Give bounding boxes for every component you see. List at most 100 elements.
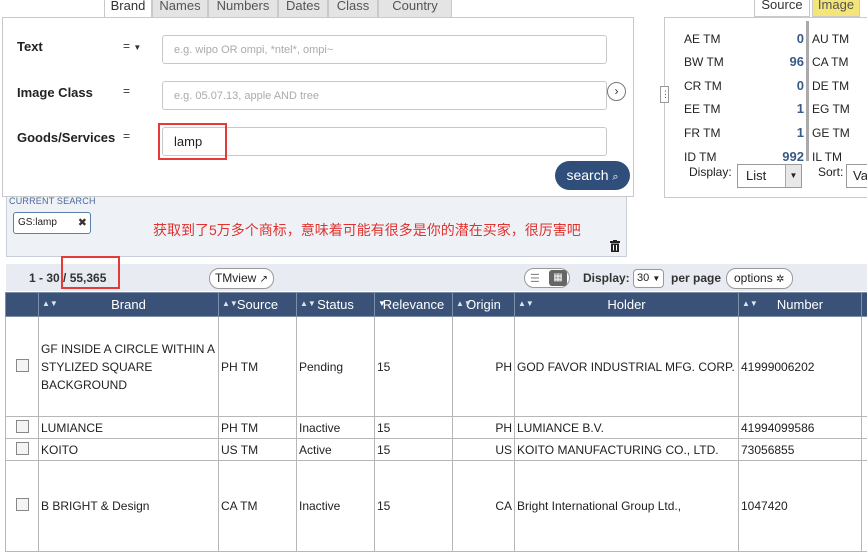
image-class-picker-button[interactable]: › — [607, 82, 626, 101]
row-extra-cell — [861, 460, 867, 552]
brand-cell[interactable]: KOITO — [38, 438, 219, 461]
chip-label: GS:lamp — [18, 217, 57, 228]
sort-icon: ▲▼ — [456, 299, 472, 308]
text-operator: = — [123, 39, 131, 53]
tab-source[interactable]: Source — [754, 0, 810, 17]
text-input[interactable]: e.g. wipo OR ompi, *ntel*, ompi~ — [162, 35, 607, 64]
trash-icon[interactable] — [610, 240, 620, 252]
header-source[interactable]: ▲▼ Source — [218, 292, 297, 317]
header-holder[interactable]: ▲▼ Holder — [514, 292, 739, 317]
brand-cell[interactable]: LUMIANCE — [38, 416, 219, 439]
sort-desc-icon: ▼ — [378, 299, 386, 308]
source-code-right[interactable]: DE TM — [812, 79, 849, 93]
row-checkbox[interactable] — [15, 358, 29, 372]
sort-icon: ▲▼ — [222, 299, 238, 308]
header-number[interactable]: ▲▼ Number — [738, 292, 862, 317]
search-button[interactable]: search ⌕ — [555, 161, 630, 190]
tab-names[interactable]: Names — [152, 0, 208, 17]
table-row[interactable]: KOITO US TM Active 15 US KOITO MANUFACTU… — [5, 438, 867, 461]
source-cell: PH TM — [218, 416, 297, 439]
status-cell: Pending — [296, 316, 375, 417]
row-extra-cell — [861, 438, 867, 461]
table-row[interactable]: LUMIANCE PH TM Inactive 15 PH LUMIANCE B… — [5, 416, 867, 439]
header-brand[interactable]: ▲▼ Brand — [38, 292, 219, 317]
per-page-label: per page — [671, 271, 722, 285]
display-mode-select[interactable]: List ▼ — [737, 164, 802, 188]
table-row[interactable]: GF INSIDE A CIRCLE WITHIN A STYLIZED SQU… — [5, 316, 867, 417]
tab-image[interactable]: Image — [812, 0, 860, 17]
row-checkbox[interactable] — [15, 441, 29, 455]
source-code[interactable]: BW TM — [684, 55, 724, 69]
per-page-select[interactable]: 30 ▼ — [633, 269, 664, 288]
brand-cell[interactable]: GF INSIDE A CIRCLE WITHIN A STYLIZED SQU… — [38, 316, 219, 417]
row-select-cell — [5, 438, 39, 461]
source-code[interactable]: ID TM — [684, 150, 716, 164]
image-class-input[interactable]: e.g. 05.07.13, apple AND tree — [162, 81, 607, 110]
relevance-cell: 15 — [374, 416, 453, 439]
dropdown-arrow-icon: ▼ — [133, 43, 142, 52]
sort-icon: ▲▼ — [300, 299, 316, 308]
brand-cell[interactable]: B BRIGHT & Design — [38, 460, 219, 552]
source-code-right[interactable]: IL TM — [812, 150, 842, 164]
grid-view-icon[interactable]: ▦ — [549, 270, 567, 286]
view-toggle[interactable]: ☰ ▦ — [524, 268, 570, 288]
splitter-handle-icon[interactable]: ⋮ — [660, 86, 670, 103]
origin-cell: PH — [452, 316, 515, 417]
image-class-operator: = — [123, 84, 131, 98]
results-table: ▲▼ Brand ▲▼ Source ▲▼ Status ▼ Relevance ▲▼ O… — [5, 292, 867, 552]
source-code[interactable]: EE TM — [684, 102, 720, 116]
tmview-button[interactable]: TMview ↗ — [209, 268, 274, 289]
header-status[interactable]: ▲▼ Status — [296, 292, 375, 317]
sort-select[interactable]: Va — [846, 164, 867, 188]
source-cell: CA TM — [218, 460, 297, 552]
source-cell: PH TM — [218, 316, 297, 417]
source-cell: US TM — [218, 438, 297, 461]
row-select-cell — [5, 460, 39, 552]
dropdown-arrow-icon: ▼ — [652, 274, 661, 283]
row-checkbox[interactable] — [15, 498, 29, 511]
row-select-cell — [5, 416, 39, 439]
tab-dates[interactable]: Dates — [278, 0, 328, 17]
tab-country[interactable]: Country — [378, 0, 452, 17]
tab-class[interactable]: Class — [328, 0, 378, 17]
sort-icon: ▲▼ — [518, 299, 534, 308]
origin-cell: US — [452, 438, 515, 461]
current-search-title: CURRENT SEARCH — [9, 196, 96, 206]
header-relevance[interactable]: ▼ Relevance — [374, 292, 453, 317]
list-view-icon[interactable]: ☰ — [530, 272, 540, 285]
origin-cell: CA — [452, 460, 515, 552]
source-count[interactable]: 0 — [764, 78, 804, 93]
tab-numbers[interactable]: Numbers — [208, 0, 278, 17]
right-display-label: Display: — [689, 165, 732, 179]
search-filter-chip: GS:lamp ✖ — [13, 212, 91, 234]
source-count[interactable]: 96 — [764, 54, 804, 69]
source-scroll-divider[interactable] — [806, 21, 809, 161]
options-button[interactable]: options ✲ — [726, 268, 793, 289]
sort-label: Sort: — [818, 165, 844, 179]
row-select-cell — [5, 316, 39, 417]
highlight-box-count — [61, 256, 120, 289]
source-code[interactable]: CR TM — [684, 79, 722, 93]
source-code-right[interactable]: CA TM — [812, 55, 848, 69]
source-code-right[interactable]: GE TM — [812, 126, 850, 140]
tab-brand[interactable]: Brand — [104, 0, 152, 18]
source-count[interactable]: 992 — [764, 149, 804, 164]
header-origin[interactable]: ▲▼ Origin — [452, 292, 515, 317]
close-icon[interactable]: ✖ — [78, 213, 87, 233]
source-code[interactable]: FR TM — [684, 126, 720, 140]
source-count[interactable]: 0 — [764, 31, 804, 46]
source-code[interactable]: AE TM — [684, 32, 720, 46]
options-label: options — [734, 271, 773, 285]
row-checkbox[interactable] — [15, 419, 29, 433]
table-row[interactable]: B BRIGHT & Design CA TM Inactive 15 CA B… — [5, 460, 867, 552]
text-operator-select[interactable]: = ▼ — [123, 39, 141, 53]
source-count[interactable]: 1 — [764, 101, 804, 116]
header-checkbox-col — [5, 292, 39, 317]
number-cell: 41999006202 — [738, 316, 862, 417]
source-code-right[interactable]: AU TM — [812, 32, 849, 46]
source-code-right[interactable]: EG TM — [812, 102, 850, 116]
search-icon: ⌕ — [612, 171, 619, 183]
goods-services-input[interactable]: lamp — [162, 127, 607, 156]
source-count[interactable]: 1 — [764, 125, 804, 140]
text-field-label: Text — [17, 39, 43, 54]
